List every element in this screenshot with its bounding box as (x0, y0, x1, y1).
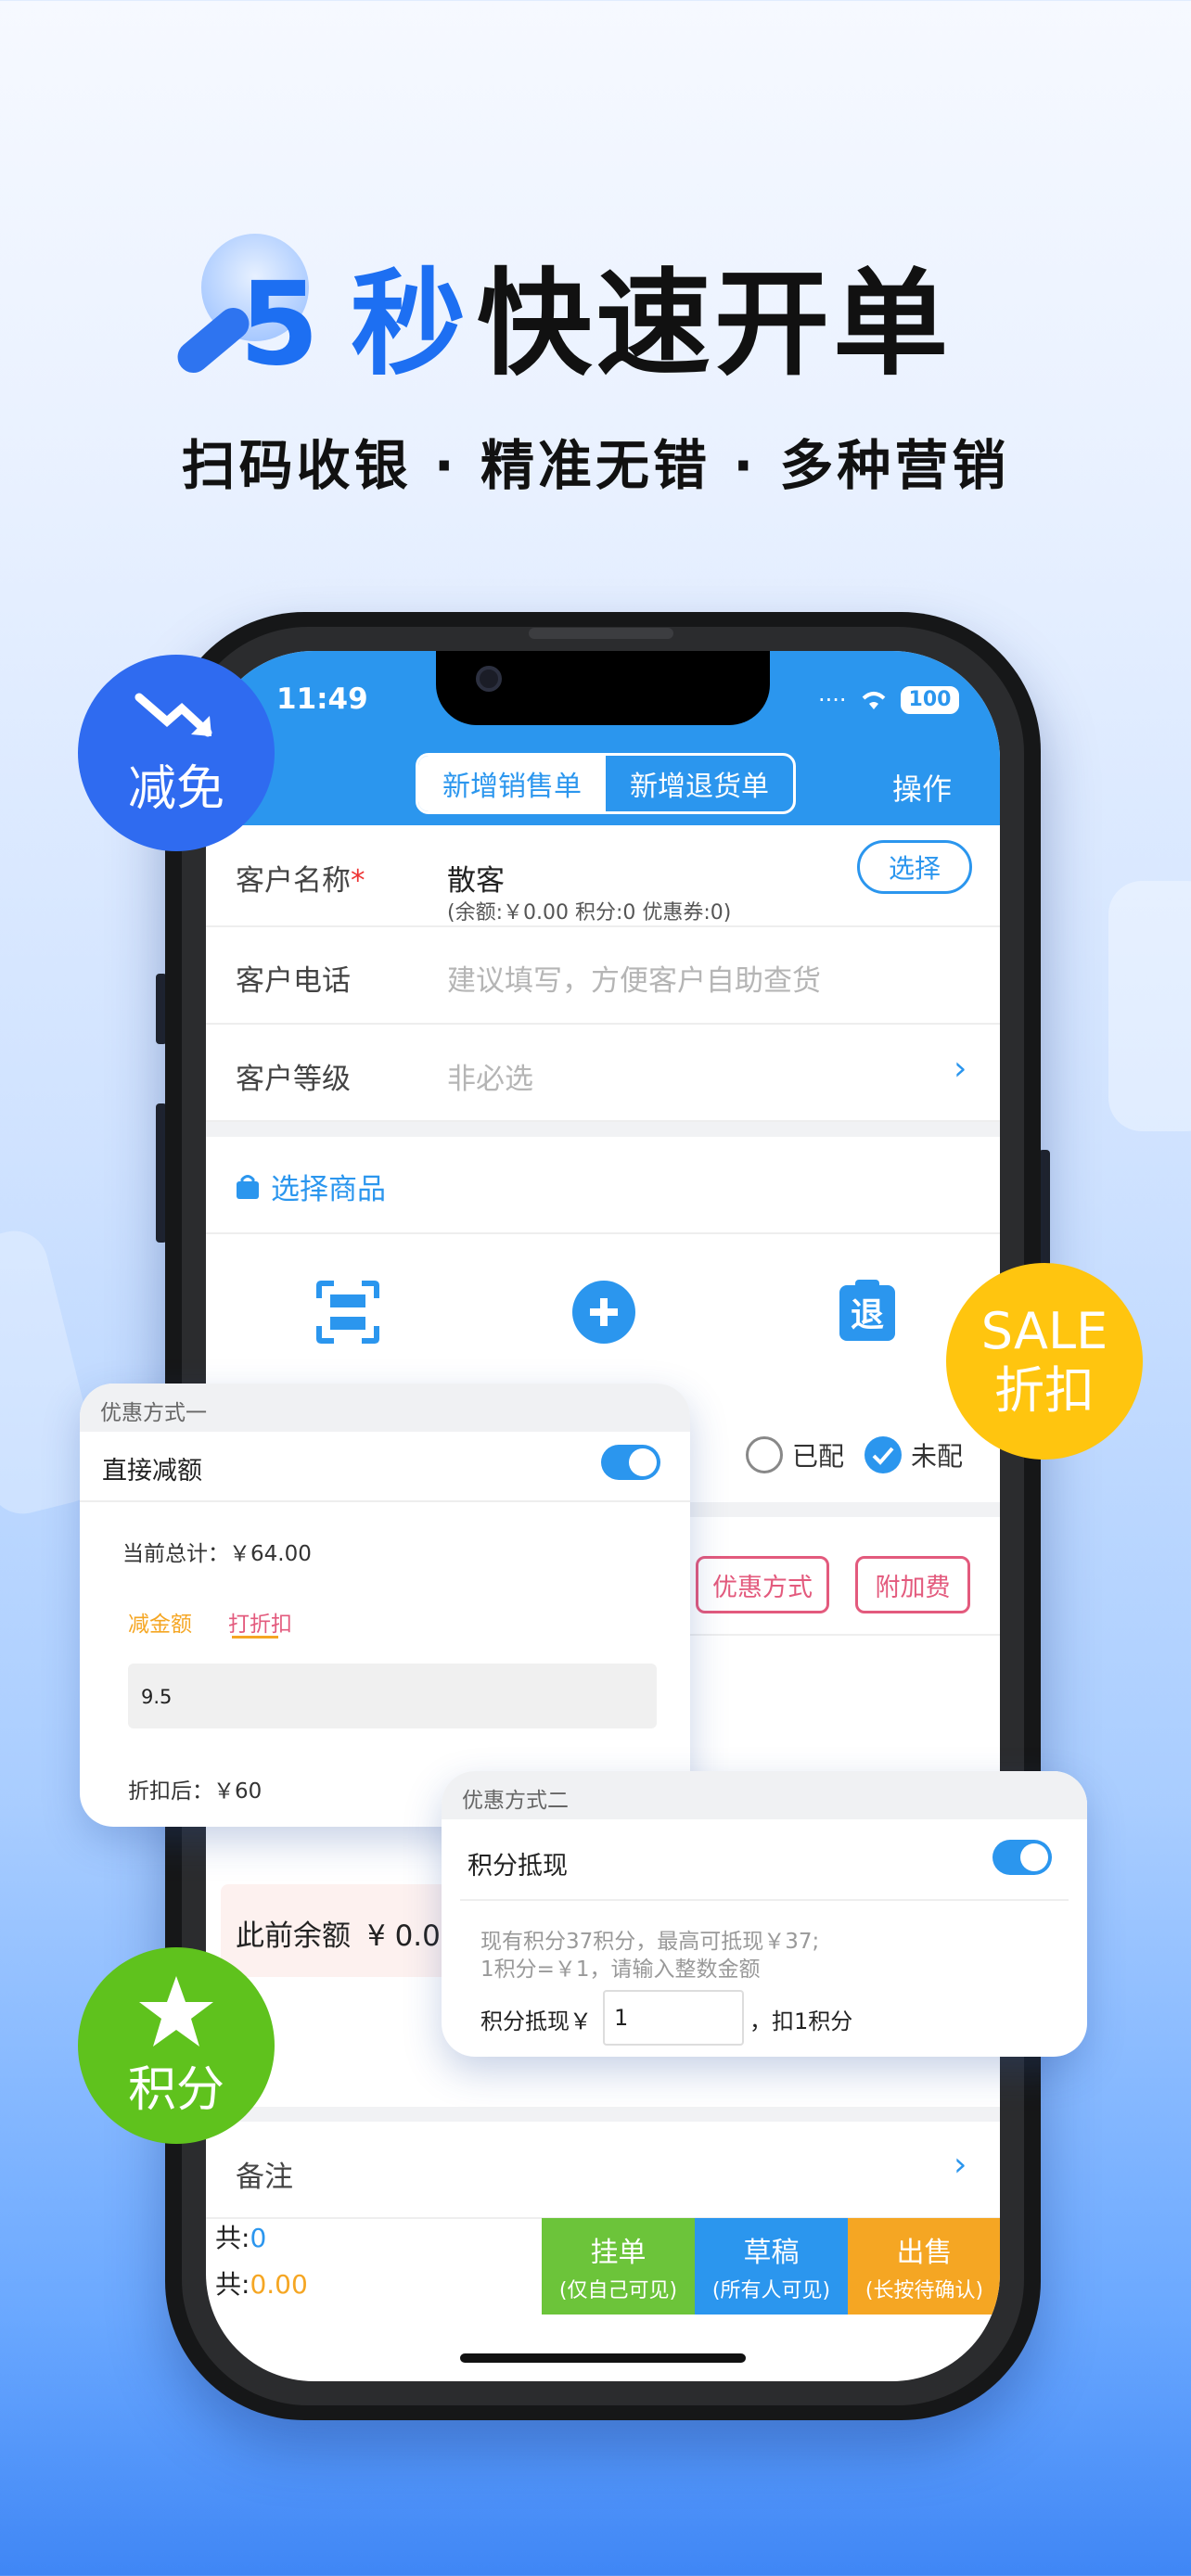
sell-button[interactable]: 出售 (长按待确认) (848, 2218, 1000, 2315)
section-separator (206, 1122, 1000, 1137)
phone-speaker (529, 628, 673, 639)
draft-button[interactable]: 草稿 (所有人可见) (695, 2218, 848, 2315)
status-time: 11:49 (276, 682, 368, 716)
order-type-tabs: 新增销售单 新增退货单 (416, 753, 796, 814)
signal-icon: ···· (818, 687, 847, 713)
points-cash-toggle[interactable] (992, 1840, 1052, 1875)
trend-down-icon (134, 693, 212, 736)
current-total: 当前总计：￥64.00 (122, 1542, 312, 1566)
tab-discount[interactable]: 打折扣 (228, 1606, 292, 1638)
customer-phone-label: 客户电话 (236, 964, 351, 998)
checked-radio-icon (864, 1436, 902, 1473)
svg-text:退: 退 (851, 1296, 884, 1334)
shopping-bag-icon (237, 1174, 259, 1199)
direct-reduce-toggle[interactable] (601, 1445, 660, 1480)
chevron-right-icon: › (954, 1050, 967, 1088)
after-discount: 折扣后：￥60 (128, 1779, 263, 1804)
extra-fee-button[interactable]: 附加费 (855, 1556, 970, 1613)
radio-undelivered[interactable]: 未配 (864, 1436, 963, 1473)
points-info-line2: 1积分=￥1，请输入整数金额 (480, 1958, 761, 1982)
status-icons: ···· 100 (818, 686, 960, 714)
points-cash-input[interactable]: 1 (603, 1990, 744, 2046)
hero-title: 5 秒快速开单 (238, 258, 953, 391)
tab-reduce-amount[interactable]: 减金额 (128, 1606, 192, 1638)
points-cash-label: 积分抵现￥ (480, 2009, 592, 2034)
remark-row[interactable] (206, 2122, 1000, 2219)
scan-icon[interactable] (315, 1280, 380, 1345)
tab-new-return-order[interactable]: 新增退货单 (606, 756, 793, 811)
star-icon (139, 1975, 213, 2047)
customer-level-label: 客户等级 (236, 1063, 351, 1096)
sale-discount-badge: SALE 折扣 (946, 1263, 1143, 1460)
total-amount: 共:0.00 (215, 2269, 308, 2300)
item-count: 共:0 (215, 2223, 267, 2253)
add-icon[interactable] (571, 1280, 636, 1345)
toggle-knob (1020, 1843, 1048, 1871)
return-icon[interactable]: 退 (835, 1278, 900, 1343)
radio-delivered[interactable]: 已配 (746, 1436, 844, 1473)
customer-name-value: 散客 (447, 864, 505, 898)
operation-button[interactable]: 操作 (892, 766, 952, 809)
tab-new-sales-order[interactable]: 新增销售单 (418, 756, 606, 811)
discount-card-two: 优惠方式二 积分抵现 现有积分37积分，最高可抵现￥37; 1积分=￥1，请输入… (442, 1771, 1087, 2057)
divider (80, 1500, 690, 1502)
discount-method-button[interactable]: 优惠方式 (696, 1556, 829, 1613)
card-header: 优惠方式一 (80, 1384, 690, 1432)
select-goods-title: 选择商品 (236, 1166, 386, 1207)
previous-balance: 此前余额 ¥ 0.00 (236, 1919, 459, 1953)
hero-subtitle: 扫码收银 · 精准无错 · 多种营销 (181, 434, 1010, 497)
hold-order-button[interactable]: 挂单 (仅自己可见) (542, 2218, 695, 2315)
divider (460, 1899, 1069, 1901)
reduce-badge: 减免 (78, 655, 275, 851)
points-deduct-text: ，扣1积分 (749, 2009, 853, 2034)
remark-label: 备注 (236, 2161, 293, 2194)
home-indicator (460, 2353, 746, 2363)
tab-underline (232, 1636, 278, 1639)
card-header: 优惠方式二 (442, 1771, 1087, 1819)
select-customer-button[interactable]: 选择 (857, 840, 972, 894)
customer-name-label: 客户名称* (236, 864, 365, 898)
customer-account-detail: (余额:￥0.00 积分:0 优惠券:0) (447, 901, 732, 925)
toggle-knob (629, 1448, 657, 1476)
radio-empty-icon (746, 1436, 783, 1473)
customer-phone-input[interactable]: 建议填写，方便客户自助查货 (447, 957, 821, 999)
card-title: 直接减额 (102, 1457, 202, 1486)
battery-icon: 100 (900, 686, 960, 714)
chevron-right-icon: › (954, 2146, 967, 2184)
section-separator (206, 2107, 1000, 2122)
points-badge: 积分 (78, 1947, 275, 2144)
discount-input[interactable]: 9.5 (128, 1664, 657, 1728)
wifi-icon (862, 692, 885, 709)
card-title: 积分抵现 (467, 1852, 568, 1881)
puzzle-decoration (1108, 881, 1191, 1131)
discount-card-one: 优惠方式一 直接减额 当前总计：￥64.00 减金额 打折扣 9.5 折扣后：￥… (80, 1384, 690, 1827)
points-info-line1: 现有积分37积分，最高可抵现￥37; (480, 1930, 820, 1954)
customer-level-select[interactable]: 非必选 (447, 1055, 533, 1097)
camera-icon (476, 666, 502, 692)
